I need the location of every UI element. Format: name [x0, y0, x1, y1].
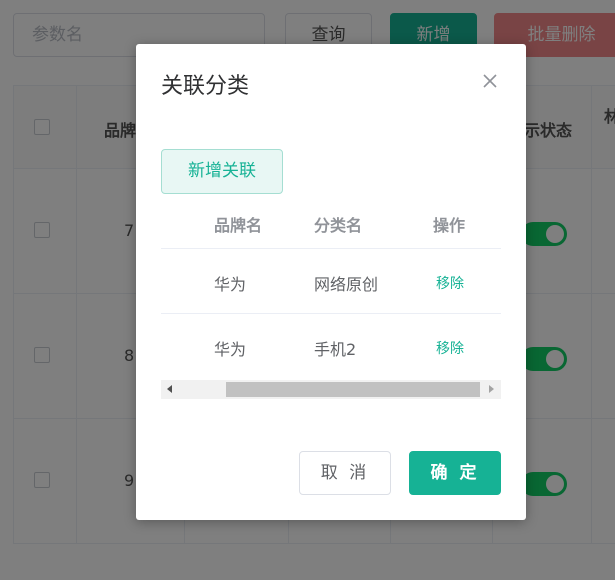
category-cell: 网络原创 [314, 275, 379, 294]
scroll-right-arrow-icon[interactable] [489, 385, 494, 393]
column-brand-name: 品牌名 [214, 216, 263, 235]
add-relation-button[interactable]: 新增关联 [161, 149, 283, 194]
close-icon[interactable] [479, 70, 501, 92]
brand-management-page: 参数名 查询 新增 批量删除 品牌 示状态 林 7 8 9 [0, 0, 615, 580]
table-row: 华为 手机2 移除 [161, 314, 501, 378]
dialog-title: 关联分类 [161, 74, 250, 99]
remove-link[interactable]: 移除 [436, 273, 464, 293]
column-actions: 操作 [433, 216, 466, 235]
column-category-name: 分类名 [314, 216, 363, 235]
brand-cell: 华为 [214, 340, 247, 359]
horizontal-scrollbar[interactable] [161, 380, 501, 399]
cancel-button[interactable]: 取 消 [299, 451, 391, 495]
relate-category-dialog: 关联分类 新增关联 品牌名 分类名 操作 华为 网络原创 移除 华为 手机2 移 [136, 44, 526, 520]
confirm-button[interactable]: 确 定 [409, 451, 501, 495]
scrollbar-thumb[interactable] [226, 382, 480, 397]
remove-link[interactable]: 移除 [436, 338, 464, 358]
scroll-left-arrow-icon[interactable] [167, 385, 172, 393]
brand-cell: 华为 [214, 275, 247, 294]
relation-table-header: 品牌名 分类名 操作 [161, 199, 501, 249]
category-cell: 手机2 [314, 340, 357, 359]
table-row: 华为 网络原创 移除 [161, 249, 501, 314]
relation-table: 品牌名 分类名 操作 华为 网络原创 移除 华为 手机2 移除 [161, 199, 501, 401]
